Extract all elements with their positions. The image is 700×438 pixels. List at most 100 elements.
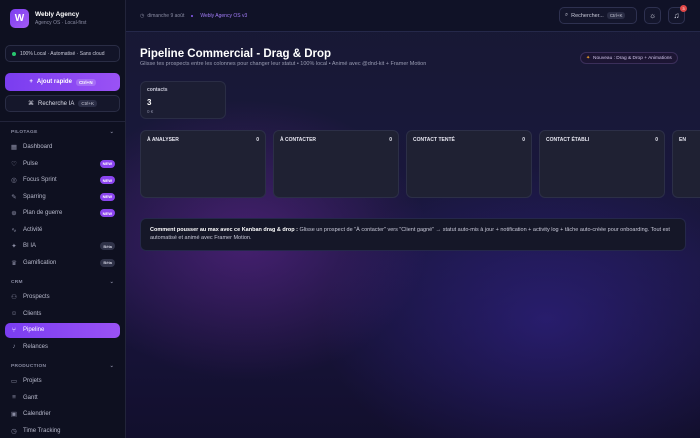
sidebar: W Webly Agency Agency OS · Local-first 1…: [0, 0, 126, 438]
chevron-down-icon: ⌄: [109, 279, 114, 285]
users-icon: ⚇: [11, 294, 17, 301]
trophy-icon: ♛: [11, 259, 17, 267]
chat-icon: ✎: [11, 193, 17, 201]
kanban-column-partial[interactable]: EN: [672, 130, 700, 198]
sidebar-item-focus-sprint[interactable]: ◎ Focus Sprint NEW: [5, 173, 120, 188]
heart-icon: ♡: [11, 160, 17, 168]
new-feature-badge: ✦ Nouveau : Drag & Drop + Animations: [580, 52, 678, 64]
ai-search-shortcut: Ctrl+K: [78, 100, 97, 107]
kanban-column-contact-etabli[interactable]: CONTACT ÉTABLI 0: [539, 130, 665, 198]
column-count: 0: [655, 137, 658, 143]
sidebar-item-label: Dashboard: [23, 144, 53, 150]
command-icon: ⌘: [28, 101, 34, 107]
sidebar-item-projets[interactable]: ▭ Projets: [5, 374, 120, 389]
section-crm[interactable]: CRM ⌄: [0, 276, 125, 288]
sidebar-item-pulse[interactable]: ♡ Pulse NEW: [5, 156, 120, 171]
sidebar-item-label: Clients: [23, 310, 42, 317]
section-pilotage-label: PILOTAGE: [11, 129, 38, 135]
sidebar-item-label: Projets: [23, 378, 42, 384]
notifications-button[interactable]: ♫ 3: [668, 5, 687, 24]
bell-icon: ♪: [12, 343, 16, 350]
new-badge: NEW: [99, 209, 115, 217]
stat-amount: 0 €: [147, 109, 154, 114]
chevron-down-icon: ⌄: [109, 363, 114, 369]
sidebar-item-label: BI IA: [23, 243, 37, 249]
column-title: À ANALYSER: [147, 137, 179, 143]
sidebar-item-time-tracking[interactable]: ◷ Time Tracking: [5, 423, 120, 438]
sidebar-item-label: Pipeline: [23, 327, 45, 333]
sidebar-item-label: Prospects: [23, 294, 50, 300]
brand[interactable]: W Webly Agency Agency OS · Local-first: [0, 0, 125, 37]
quick-add-button[interactable]: + Ajout rapide Ctrl+N: [5, 73, 120, 91]
sidebar-item-gantt[interactable]: ≡ Gantt: [5, 390, 120, 405]
sidebar-item-relances[interactable]: ♪ Relances: [5, 339, 120, 354]
clock-icon: ◷: [140, 12, 145, 19]
sparkle-icon: ✦: [586, 55, 591, 61]
sidebar-item-prospects[interactable]: ⚇ Prospects: [5, 290, 120, 305]
app-version: Webly Agency OS v3: [200, 12, 248, 19]
new-feature-text: Nouveau : Drag & Drop + Animations: [593, 55, 672, 61]
column-title: EN: [679, 137, 686, 143]
theme-toggle-button[interactable]: ☼: [644, 7, 661, 24]
stat-value: 3: [147, 98, 152, 107]
date-display: ◷ dimanche 9 août: [140, 13, 184, 19]
new-badge: NEW: [99, 176, 115, 184]
kanban-column-a-analyser[interactable]: À ANALYSER 0: [140, 130, 266, 198]
stat-label: contacts: [147, 87, 168, 93]
activity-icon: ∿: [11, 226, 17, 234]
date-text: dimanche 9 août: [147, 12, 185, 19]
beta-badge: Bêta: [100, 242, 115, 250]
brand-name: Webly Agency: [35, 11, 80, 18]
kanban-column-contact-tente[interactable]: CONTACT TENTÉ 0: [406, 130, 532, 198]
sun-icon: ☼: [648, 11, 657, 20]
dashboard-icon: ▦: [10, 144, 18, 151]
divider: [0, 121, 125, 122]
sidebar-item-clients[interactable]: ☺ Clients: [5, 306, 120, 321]
local-status-text: 100% Local · Automatisé · Sans cloud: [20, 50, 105, 57]
sidebar-item-calendrier[interactable]: ▣ Calendrier: [5, 407, 120, 422]
sidebar-item-pipeline[interactable]: ⑂ Pipeline: [5, 322, 120, 338]
column-count: 0: [522, 137, 525, 143]
search-icon: ⌕: [565, 12, 569, 18]
ai-search-label: Recherche IA: [38, 100, 75, 107]
status-dot-icon: [12, 51, 16, 56]
notification-count-badge: 3: [680, 5, 687, 12]
sidebar-item-label: Plan de guerre: [23, 210, 63, 216]
kanban-tip-box: Comment pousser au max avec ce Kanban dr…: [140, 218, 686, 251]
column-title: À CONTACTER: [280, 137, 317, 143]
chevron-down-icon: ⌄: [109, 129, 114, 135]
section-production-label: PRODUCTION: [11, 363, 47, 369]
search-label: Rechercher...: [571, 12, 604, 19]
topbar: ◷ dimanche 9 août Webly Agency OS v3 ⌕ R…: [126, 0, 700, 32]
section-pilotage[interactable]: PILOTAGE ⌄: [0, 126, 125, 138]
sidebar-item-gamification[interactable]: ♛ Gamification Bêta: [5, 255, 120, 270]
sidebar-item-label: Sparring: [23, 193, 46, 200]
calendar-icon: ▣: [10, 411, 18, 418]
search-shortcut: Ctrl+K: [606, 12, 626, 19]
sidebar-item-dashboard[interactable]: ▦ Dashboard: [5, 140, 120, 155]
sidebar-item-bi-ia[interactable]: ✦ BI IA Bêta: [5, 239, 120, 254]
column-count: 0: [389, 137, 392, 143]
column-count: 0: [256, 137, 259, 143]
kanban-column-a-contacter[interactable]: À CONTACTER 0: [273, 130, 399, 198]
sidebar-item-label: Calendrier: [23, 411, 51, 417]
search-button[interactable]: ⌕ Rechercher... Ctrl+K: [559, 7, 637, 24]
sidebar-item-activite[interactable]: ∿ Activité: [5, 222, 120, 237]
ai-search-button[interactable]: ⌘ Recherche IA Ctrl+K: [5, 95, 120, 112]
tip-heading: Comment pousser au max avec ce Kanban dr…: [150, 227, 298, 233]
sidebar-item-label: Gamification: [23, 259, 57, 266]
column-title: CONTACT TENTÉ: [413, 137, 455, 143]
user-check-icon: ☺: [10, 310, 18, 317]
target-icon: ◎: [11, 177, 17, 184]
column-title: CONTACT ÉTABLI: [546, 137, 590, 143]
folder-icon: ▭: [10, 378, 18, 385]
section-crm-label: CRM: [11, 279, 23, 285]
sidebar-item-label: Time Tracking: [23, 427, 61, 434]
sidebar-item-label: Gantt: [23, 394, 38, 401]
brand-subtitle: Agency OS · Local-first: [35, 20, 87, 26]
sidebar-item-plan-de-guerre[interactable]: ⊕ Plan de guerre NEW: [5, 206, 120, 221]
page-title: Pipeline Commercial - Drag & Drop: [140, 48, 332, 60]
quick-add-shortcut: Ctrl+N: [75, 78, 96, 86]
section-production[interactable]: PRODUCTION ⌄: [0, 360, 125, 372]
sidebar-item-sparring[interactable]: ✎ Sparring NEW: [5, 189, 120, 204]
